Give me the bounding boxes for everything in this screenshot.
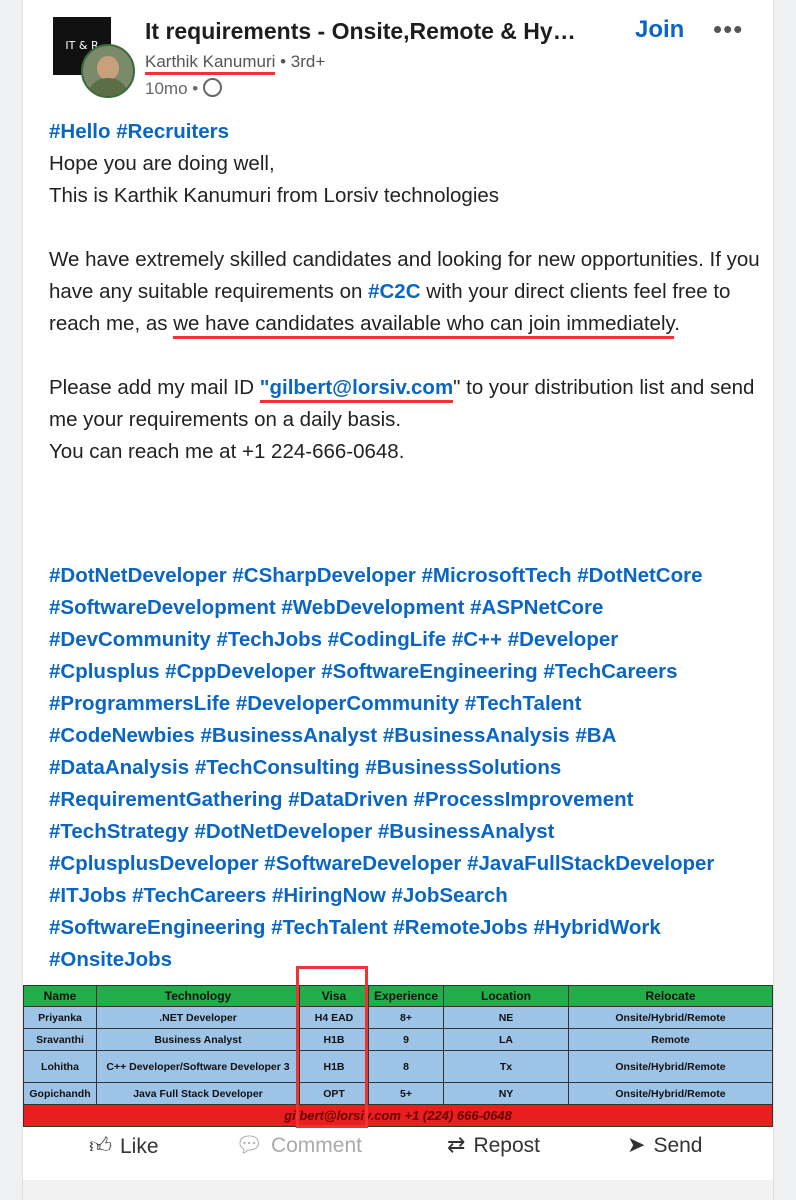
post-hashtags-intro[interactable]: #Hello #Recruiters <box>49 116 769 148</box>
table-cell: NY <box>443 1082 569 1105</box>
thumbs-up-icon: 👍︎ <box>89 1133 112 1158</box>
globe-icon <box>202 78 222 97</box>
para1-end: . <box>674 312 680 335</box>
post-time: 10mo • <box>145 78 222 99</box>
table-header-row: Name Technology Visa Experience Location… <box>23 985 773 1007</box>
hashtag-line[interactable]: #ProgrammersLife #DeveloperCommunity #Te… <box>49 688 769 720</box>
table-cell: LA <box>443 1028 569 1051</box>
para1-highlight: we have candidates available who can joi… <box>173 312 675 339</box>
hashtag-line[interactable]: #ITJobs #TechCareers #HiringNow #JobSear… <box>49 880 769 912</box>
candidate-table-image[interactable]: Name Technology Visa Experience Location… <box>23 985 773 1127</box>
table-cell: .NET Developer <box>96 1006 300 1029</box>
table-row: Lohitha C++ Developer/Software Developer… <box>23 1050 773 1083</box>
visa-highlight-box <box>296 966 368 1128</box>
col-header: Technology <box>96 985 300 1007</box>
table-row: Sravanthi Business Analyst H1B 9 LA Remo… <box>23 1028 773 1051</box>
hashtag-line[interactable]: #RequirementGathering #DataDriven #Proce… <box>49 784 769 816</box>
avatar-body <box>89 78 127 96</box>
table-cell: 8+ <box>368 1006 444 1029</box>
repost-button[interactable]: ⇄ Repost <box>447 1132 540 1158</box>
post-paragraph-2: Please add my mail ID "gilbert@lorsiv.co… <box>49 372 769 436</box>
col-header: Relocate <box>568 985 773 1007</box>
hashtag-line[interactable]: #SoftwareDevelopment #WebDevelopment #AS… <box>49 592 769 624</box>
hashtag-line[interactable]: #DataAnalysis #TechConsulting #BusinessS… <box>49 752 769 784</box>
author-name[interactable]: Karthik Kanumuri <box>145 52 276 75</box>
para2-text-a: Please add my mail ID <box>49 376 255 399</box>
bottom-strip <box>23 1180 773 1200</box>
action-bar: 👍︎ Like 💬︎ Comment ⇄ Repost ➤ Send <box>23 1124 773 1169</box>
author-line: Karthik Kanumuri • 3rd+ <box>145 52 326 75</box>
post-card: IT & R It requirements - Onsite,Remote &… <box>22 0 774 1200</box>
table-cell: 5+ <box>368 1082 444 1105</box>
hashtag-line[interactable]: #TechStrategy #DotNetDeveloper #Business… <box>49 816 769 848</box>
join-button[interactable]: Join <box>635 16 684 44</box>
like-button[interactable]: 👍︎ Like <box>89 1132 159 1159</box>
table-row: Gopichandh Java Full Stack Developer OPT… <box>23 1082 773 1105</box>
table-cell: Business Analyst <box>96 1028 300 1051</box>
hashtag-line[interactable]: #DotNetDeveloper #CSharpDeveloper #Micro… <box>49 560 769 592</box>
send-icon: ➤ <box>627 1132 646 1157</box>
col-header: Name <box>23 985 97 1007</box>
more-options-icon[interactable]: ••• <box>713 14 743 45</box>
table-cell: Java Full Stack Developer <box>96 1082 300 1105</box>
table-cell: 8 <box>368 1050 444 1083</box>
hashtag-line[interactable]: #Cplusplus #CppDeveloper #SoftwareEngine… <box>49 656 769 688</box>
candidate-table: Name Technology Visa Experience Location… <box>23 985 773 1127</box>
email-link[interactable]: "gilbert@lorsiv.com <box>259 376 454 403</box>
table-cell: NE <box>443 1006 569 1029</box>
post-phone: You can reach me at +1 224-666-0648. <box>49 440 405 463</box>
hashtag-line[interactable]: #OnsiteJobs <box>49 944 769 976</box>
table-cell: Gopichandh <box>23 1082 97 1105</box>
hashtag-line[interactable]: #SoftwareEngineering #TechTalent #Remote… <box>49 912 769 944</box>
hashtag-c2c[interactable]: #C2C <box>368 280 420 303</box>
post-intro: This is Karthik Kanumuri from Lorsiv tec… <box>49 184 500 207</box>
col-header: Location <box>443 985 569 1007</box>
hashtag-line[interactable]: #CplusplusDeveloper #SoftwareDeveloper #… <box>49 848 769 880</box>
send-button[interactable]: ➤ Send <box>627 1132 702 1158</box>
table-cell: 9 <box>368 1028 444 1051</box>
post-body: #Hello #Recruiters Hope you are doing we… <box>49 116 769 468</box>
repost-icon: ⇄ <box>447 1132 466 1157</box>
table-cell: Onsite/Hybrid/Remote <box>568 1006 773 1029</box>
comment-button[interactable]: 💬︎ Comment <box>235 1132 362 1158</box>
post-header: IT & R It requirements - Onsite,Remote &… <box>23 0 773 105</box>
hashtag-line[interactable]: #CodeNewbies #BusinessAnalyst #BusinessA… <box>49 720 769 752</box>
table-cell: Onsite/Hybrid/Remote <box>568 1050 773 1083</box>
avatar-face <box>97 56 119 80</box>
send-label: Send <box>653 1134 703 1157</box>
table-cell: C++ Developer/Software Developer 3 <box>96 1050 300 1083</box>
col-header: Experience <box>368 985 444 1007</box>
post-age: 10mo • <box>145 79 199 98</box>
table-cell: Priyanka <box>23 1006 97 1029</box>
table-cell: Lohitha <box>23 1050 97 1083</box>
table-cell: Tx <box>443 1050 569 1083</box>
connection-degree: • 3rd+ <box>280 52 326 71</box>
author-avatar[interactable] <box>81 44 135 98</box>
comment-icon: 💬︎ <box>235 1132 263 1157</box>
post-greeting: Hope you are doing well, <box>49 152 275 175</box>
table-cell: Onsite/Hybrid/Remote <box>568 1082 773 1105</box>
table-cell: Remote <box>568 1028 773 1051</box>
group-title[interactable]: It requirements - Onsite,Remote & Hy… <box>145 18 595 45</box>
table-cell: Sravanthi <box>23 1028 97 1051</box>
comment-label: Comment <box>270 1134 362 1157</box>
like-label: Like <box>120 1135 159 1158</box>
hashtag-line[interactable]: #DevCommunity #TechJobs #CodingLife #C++… <box>49 624 769 656</box>
table-row: Priyanka .NET Developer H4 EAD 8+ NE Ons… <box>23 1006 773 1029</box>
repost-label: Repost <box>473 1134 540 1157</box>
post-paragraph-1: We have extremely skilled candidates and… <box>49 244 769 340</box>
hashtag-block: #DotNetDeveloper #CSharpDeveloper #Micro… <box>49 560 769 976</box>
